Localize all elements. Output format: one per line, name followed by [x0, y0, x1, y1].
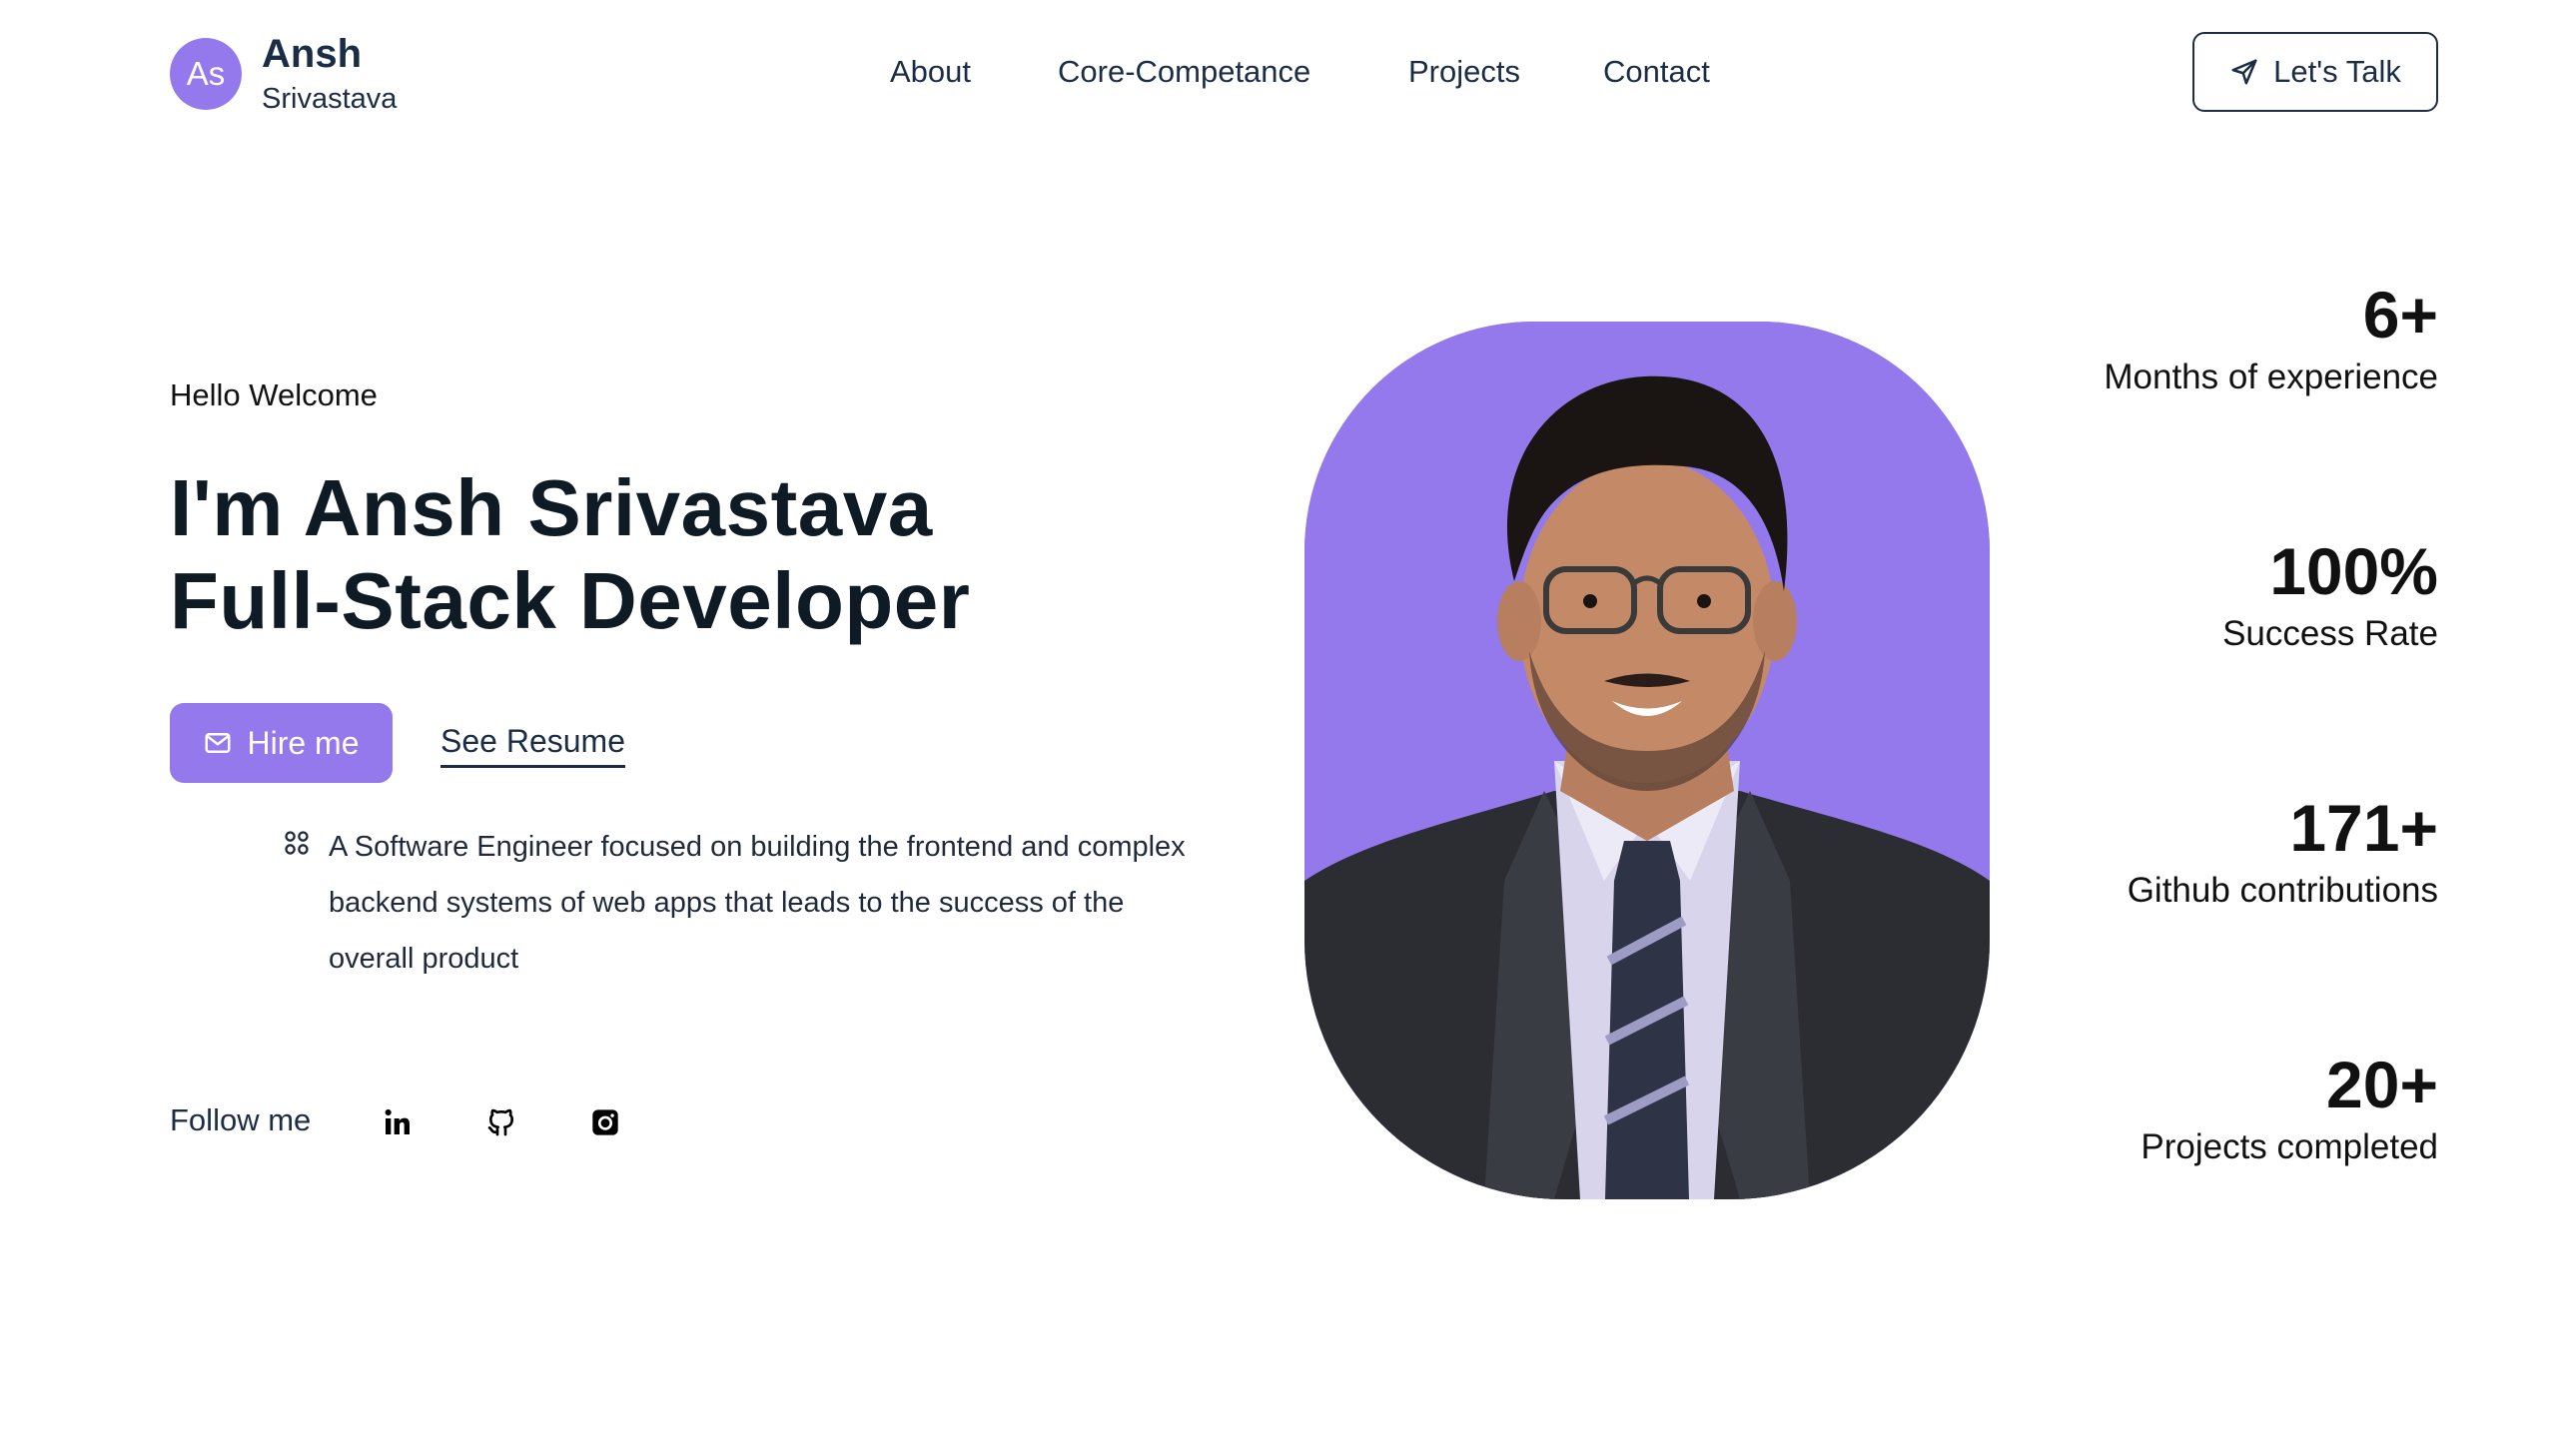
nav-contact[interactable]: Contact [1603, 50, 1710, 94]
greeting: Hello Welcome [170, 377, 378, 412]
hire-me-button[interactable]: Hire me [170, 703, 393, 783]
stat-label: Success Rate [2222, 614, 2438, 653]
lets-talk-label: Let's Talk [2273, 54, 2401, 89]
nav-core-competance[interactable]: Core-Competance [1058, 50, 1310, 94]
bio-text: A Software Engineer focused on building … [329, 831, 1186, 975]
mail-icon [205, 733, 231, 753]
profile-photo [1304, 322, 1990, 1199]
stat-projects-completed: 20+ Projects completed [2141, 1048, 2438, 1171]
send-icon [2231, 59, 2257, 85]
follow-label: Follow me [170, 1102, 312, 1137]
nav-projects[interactable]: Projects [1408, 50, 1520, 94]
stat-value: 20+ [2326, 1048, 2438, 1121]
stat-value: 6+ [2362, 278, 2438, 352]
instagram-link[interactable] [588, 1105, 622, 1139]
headline-name: I'm Ansh Srivastava [170, 463, 933, 552]
stat-experience: 6+ Months of experience [2104, 278, 2438, 401]
lets-talk-button[interactable]: Let's Talk [2192, 32, 2438, 112]
linkedin-icon [385, 1108, 410, 1134]
stat-value: 100% [2269, 534, 2438, 608]
stat-label: Months of experience [2104, 358, 2438, 396]
see-resume-link[interactable]: See Resume [440, 721, 625, 768]
headline-role: Full-Stack Developer [170, 556, 971, 645]
main-nav: About Core-Competance Projects Contact [0, 50, 2576, 94]
stat-label: Github contributions [2127, 871, 2438, 910]
stat-value: 171+ [2289, 791, 2438, 865]
stat-github-contributions: 171+ Github contributions [2128, 791, 2438, 915]
stat-label: Projects completed [2141, 1127, 2438, 1166]
page: As Ansh Srivastava About Core-Competance… [0, 0, 2576, 1442]
github-icon [487, 1108, 513, 1136]
hire-me-label: Hire me [247, 724, 360, 761]
instagram-icon [592, 1109, 618, 1135]
github-link[interactable] [484, 1105, 518, 1139]
nav-about[interactable]: About [890, 50, 971, 94]
page-title: I'm Ansh Srivastava Full-Stack Developer [170, 461, 970, 647]
stat-success-rate: 100% Success Rate [2222, 534, 2438, 658]
linkedin-link[interactable] [381, 1105, 415, 1139]
command-icon [285, 831, 309, 855]
